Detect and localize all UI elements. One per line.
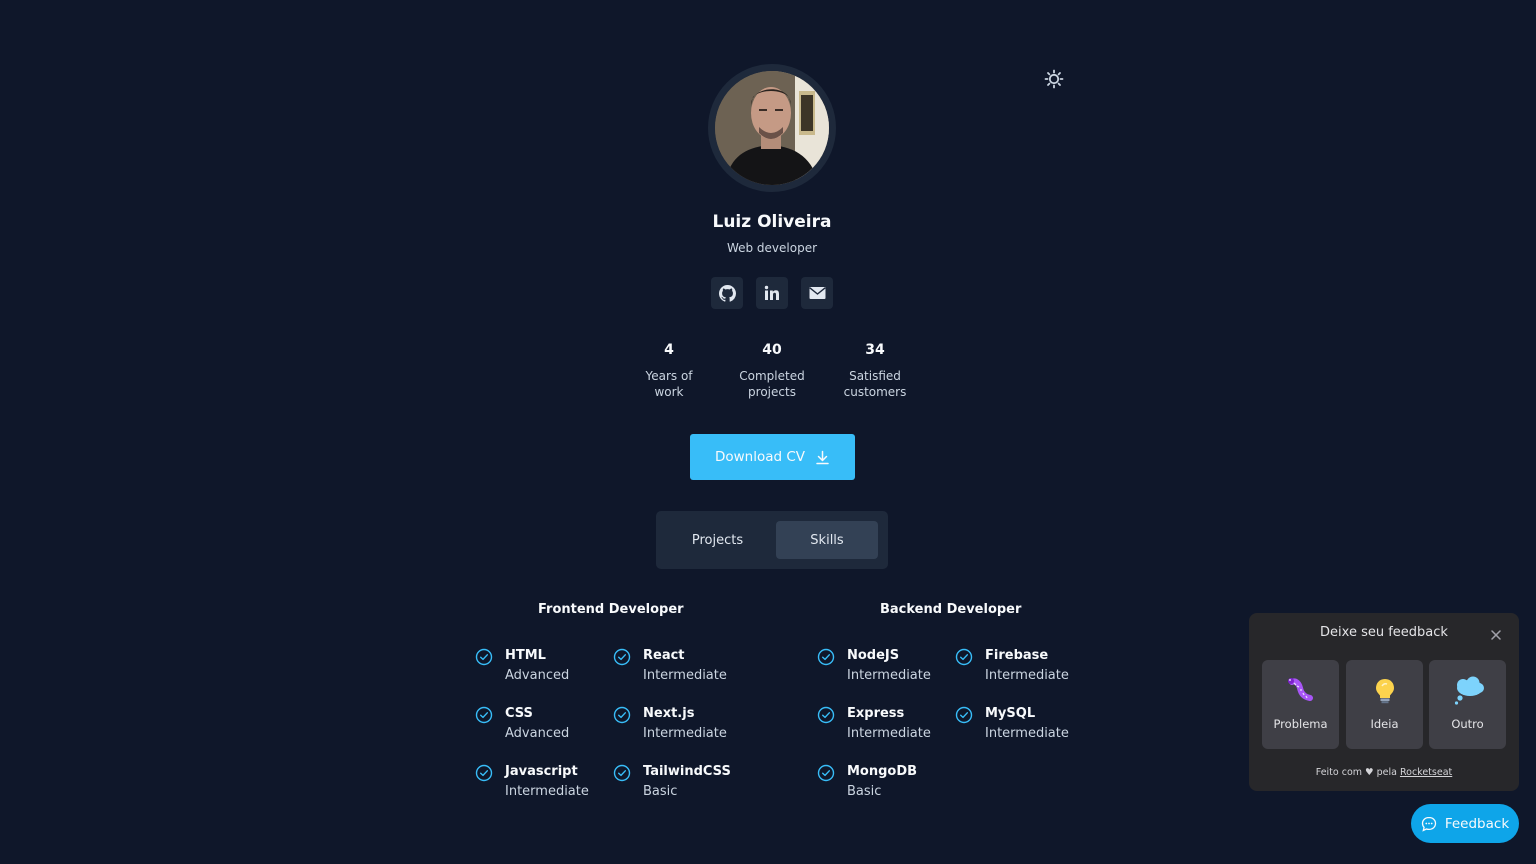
stat-value: 40 [762, 342, 782, 358]
skill-name: Javascript [505, 764, 578, 779]
skill-name: React [643, 648, 685, 663]
stat-years: 4 Years of work [619, 342, 719, 400]
check-badge-icon [613, 764, 631, 782]
section-tabs: Projects Skills [656, 511, 888, 569]
lightbulb-icon [1370, 676, 1400, 706]
stat-projects: 40 Completed projects [722, 342, 822, 400]
check-badge-icon [475, 764, 493, 782]
skill-name: MongoDB [847, 764, 918, 779]
feedback-option-label: Outro [1451, 717, 1484, 731]
profile-photo [715, 71, 829, 185]
skill-level: Advanced [505, 668, 570, 683]
skill-level: Intermediate [847, 668, 931, 683]
feedback-option-label: Problema [1273, 717, 1328, 731]
rocketseat-link[interactable]: Rocketseat [1400, 767, 1452, 778]
email-button[interactable] [801, 277, 833, 309]
check-badge-icon [475, 706, 493, 724]
bug-icon [1286, 676, 1316, 706]
feedback-option-ideia[interactable]: Ideia [1346, 660, 1423, 749]
skill-name: Next.js [643, 706, 695, 721]
skill-name: MySQL [985, 706, 1036, 721]
theme-toggle-sun-icon[interactable] [1044, 69, 1064, 89]
profile-name: Luiz Oliveira [712, 212, 832, 232]
frontend-title: Frontend Developer [538, 602, 684, 617]
tab-skills[interactable]: Skills [776, 521, 878, 559]
skill-level: Intermediate [985, 726, 1069, 741]
skill-level: Intermediate [643, 726, 727, 741]
stat-value: 4 [664, 342, 674, 358]
feedback-title: Deixe seu feedback [1320, 625, 1448, 640]
skill-name: HTML [505, 648, 546, 663]
thought-cloud-icon [1453, 676, 1484, 706]
skill-name: TailwindCSS [643, 764, 731, 779]
download-icon [816, 450, 829, 464]
linkedin-icon [764, 285, 779, 300]
skill-level: Intermediate [985, 668, 1069, 683]
stat-label: Completed projects [739, 369, 805, 399]
skill-name: CSS [505, 706, 533, 721]
check-badge-icon [475, 648, 493, 666]
avatar [708, 64, 836, 192]
stat-value: 34 [865, 342, 885, 358]
feedback-option-label: Ideia [1370, 717, 1399, 731]
stat-customers: 34 Satisfied customers [825, 342, 925, 400]
skill-name: NodeJS [847, 648, 900, 663]
check-badge-icon [613, 648, 631, 666]
download-cv-label: Download CV [714, 449, 806, 465]
check-badge-icon [955, 648, 973, 666]
check-badge-icon [817, 648, 835, 666]
skill-level: Advanced [505, 726, 570, 741]
github-button[interactable] [711, 277, 743, 309]
download-cv-button[interactable]: Download CV [690, 434, 855, 480]
skill-level: Intermediate [643, 668, 727, 683]
linkedin-button[interactable] [756, 277, 788, 309]
profile-role: Web developer [726, 241, 818, 255]
mail-icon [808, 287, 826, 299]
skill-level: Basic [643, 784, 678, 799]
skill-level: Intermediate [505, 784, 589, 799]
skill-name: Firebase [985, 648, 1049, 663]
check-badge-icon [817, 706, 835, 724]
feedback-button-label: Feedback [1444, 815, 1510, 832]
check-badge-icon [613, 706, 631, 724]
tab-projects[interactable]: Projects [666, 521, 769, 559]
skill-level: Basic [847, 784, 882, 799]
close-icon[interactable] [1489, 627, 1503, 641]
feedback-option-problema[interactable]: Problema [1262, 660, 1339, 749]
skill-name: Express [847, 706, 905, 721]
check-badge-icon [817, 764, 835, 782]
chat-bubble-icon [1421, 816, 1436, 832]
skill-level: Intermediate [847, 726, 931, 741]
github-icon [718, 284, 736, 302]
check-badge-icon [955, 706, 973, 724]
feedback-option-outro[interactable]: Outro [1429, 660, 1506, 749]
stat-label: Years of work [645, 369, 693, 399]
feedback-panel: Deixe seu feedback Problema Ideia Outro … [1249, 613, 1519, 791]
feedback-footer: Feito com ♥ pela Rocketseat [1315, 767, 1453, 778]
stat-label: Satisfied customers [843, 369, 907, 399]
feedback-button[interactable]: Feedback [1411, 804, 1519, 843]
backend-title: Backend Developer [880, 602, 1022, 617]
